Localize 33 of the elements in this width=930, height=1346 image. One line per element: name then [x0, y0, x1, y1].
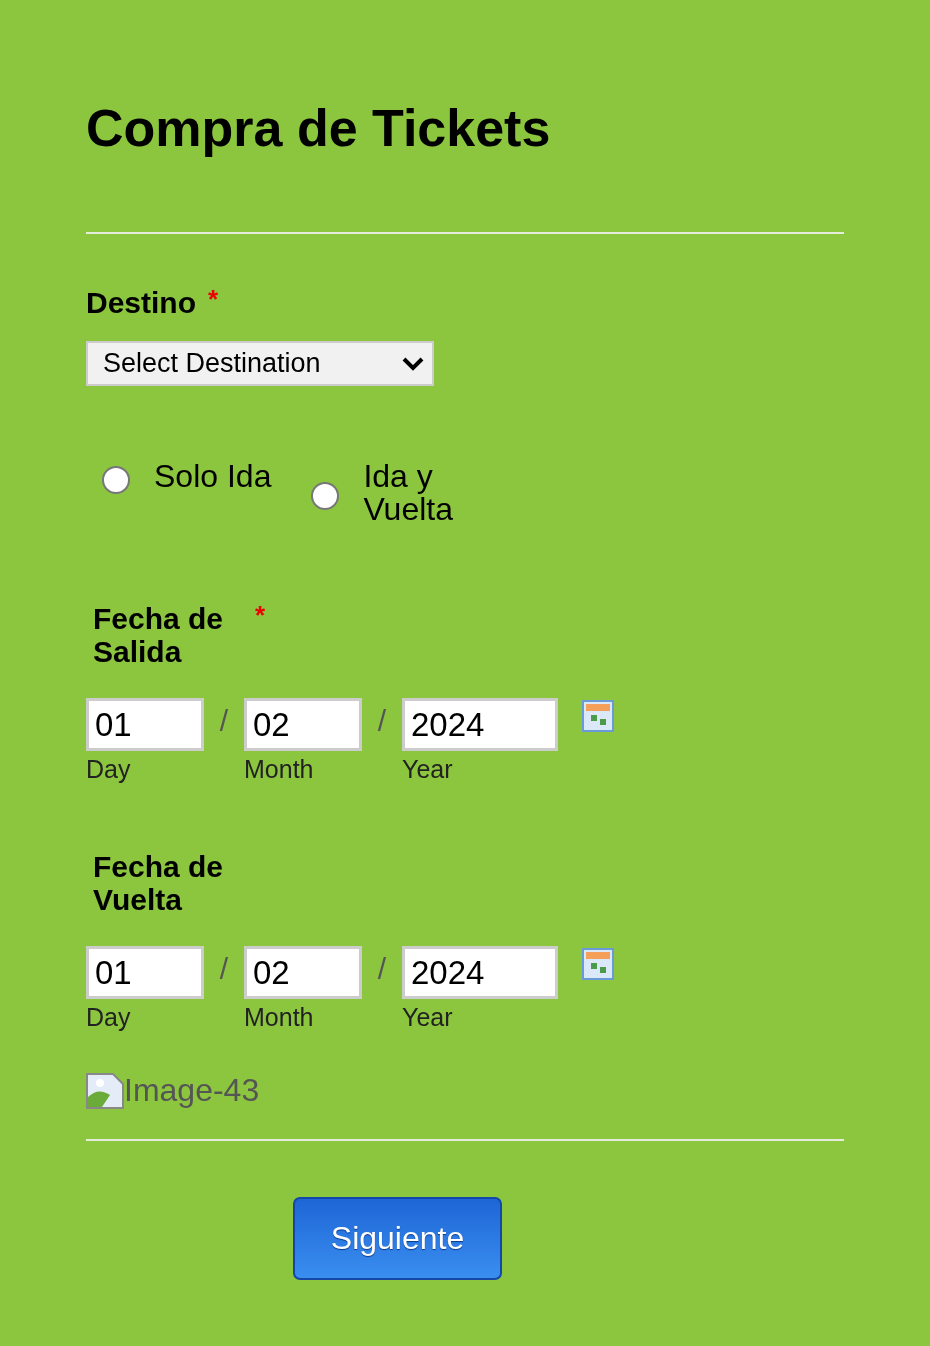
date-input[interactable]: 02 — [244, 946, 362, 999]
date-sublabel: Month — [244, 755, 315, 784]
date-input[interactable]: 01 — [86, 698, 204, 751]
required-mark: * — [208, 286, 219, 312]
radio-button[interactable] — [102, 466, 130, 494]
date-separator: / — [376, 951, 388, 987]
calendar-icon[interactable] — [582, 700, 614, 732]
required-mark: * — [255, 602, 266, 628]
date-input[interactable]: 01 — [86, 946, 204, 999]
date-separator: / — [218, 703, 230, 739]
date-sublabel: Month — [244, 1003, 315, 1032]
date-input[interactable]: 02 — [244, 698, 362, 751]
date-sublabel: Day — [86, 755, 132, 784]
radio-label: Ida y Vuelta — [363, 460, 454, 526]
radio-button[interactable] — [311, 482, 340, 510]
date-sublabel: Year — [402, 755, 454, 784]
broken-image-icon — [86, 1072, 124, 1109]
calendar-icon[interactable] — [582, 948, 614, 980]
destination-select[interactable]: Select Destination — [86, 341, 434, 386]
form-title: Compra de Tickets — [86, 98, 551, 159]
chevron-down-icon — [402, 356, 424, 371]
date-separator: / — [218, 951, 230, 987]
field-label: Fecha de Vuelta — [93, 850, 225, 916]
field-label: Fecha de Salida — [93, 602, 225, 668]
radio-label: Solo Ida — [154, 460, 272, 493]
date-separator: / — [376, 703, 388, 739]
date-sublabel: Year — [402, 1003, 454, 1032]
date-input[interactable]: 2024 — [402, 946, 558, 999]
image-alt-text: Image-43 — [124, 1072, 260, 1109]
date-input[interactable]: 2024 — [402, 698, 558, 751]
field-label: Destino — [86, 286, 196, 319]
date-sublabel: Day — [86, 1003, 132, 1032]
next-button[interactable]: Siguiente — [293, 1197, 502, 1280]
